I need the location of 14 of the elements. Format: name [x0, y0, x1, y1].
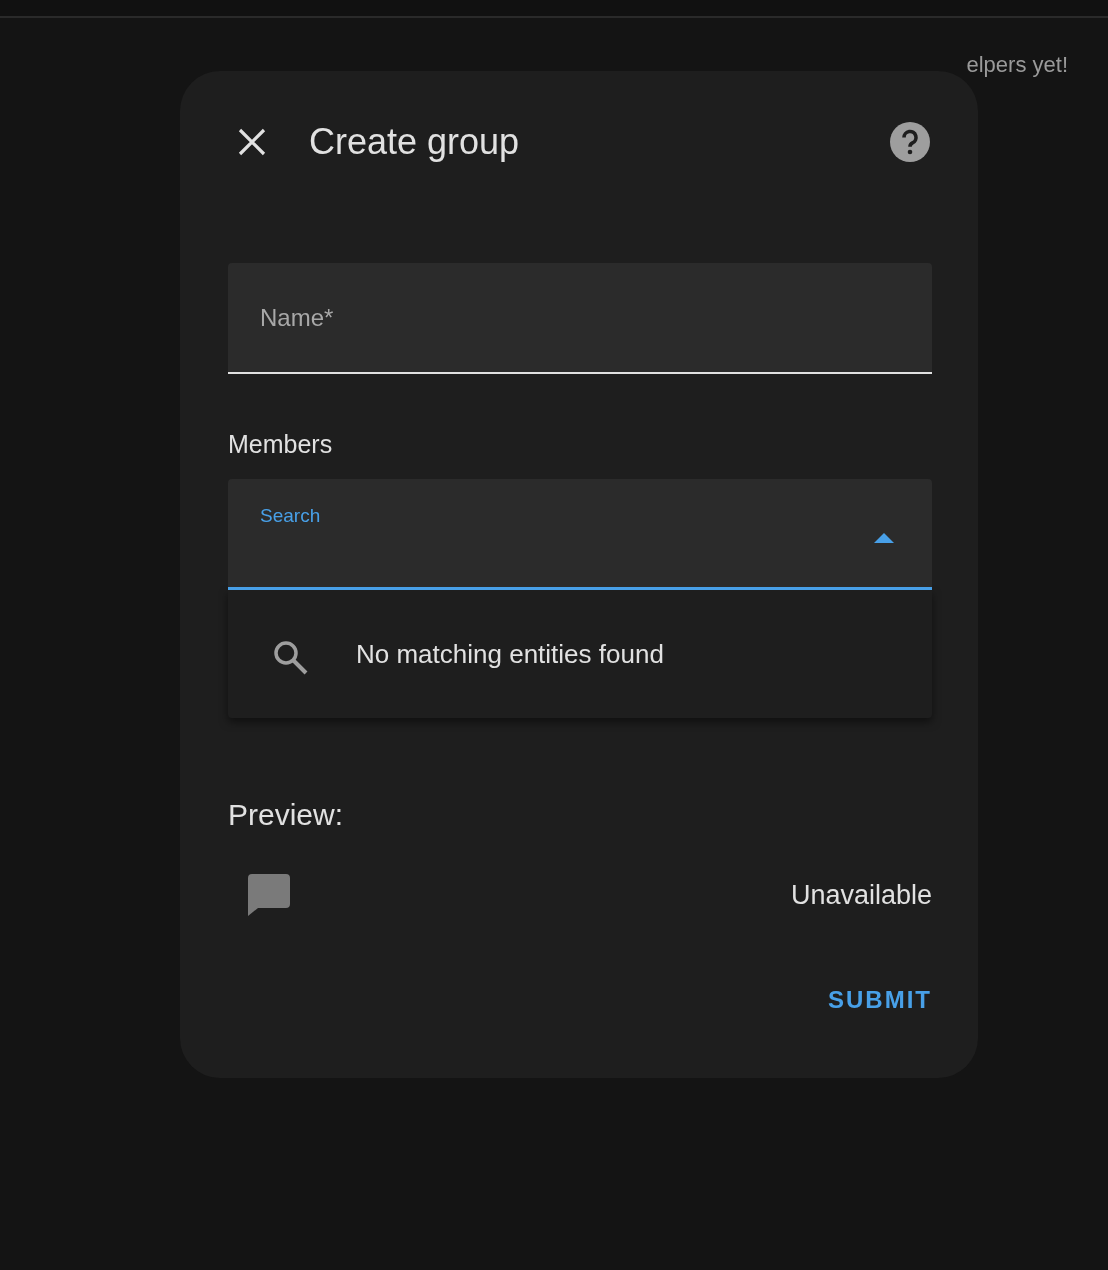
close-icon[interactable] [237, 127, 267, 157]
name-field[interactable]: Name* [228, 263, 932, 374]
submit-button[interactable]: SUBMIT [828, 982, 932, 1018]
dialog-title: Create group [309, 121, 521, 163]
search-icon [272, 639, 308, 675]
members-label: Members [228, 430, 334, 459]
background-text: elpers yet! [966, 52, 1068, 78]
preview-label: Preview: [228, 798, 345, 832]
caret-icon [874, 533, 894, 543]
empty-message: No matching entities found [356, 638, 664, 670]
search-field[interactable]: Search [228, 479, 932, 590]
entity-state: Unavailable [790, 879, 932, 911]
chat-bubble-icon [248, 874, 290, 916]
help-icon[interactable] [890, 122, 930, 162]
